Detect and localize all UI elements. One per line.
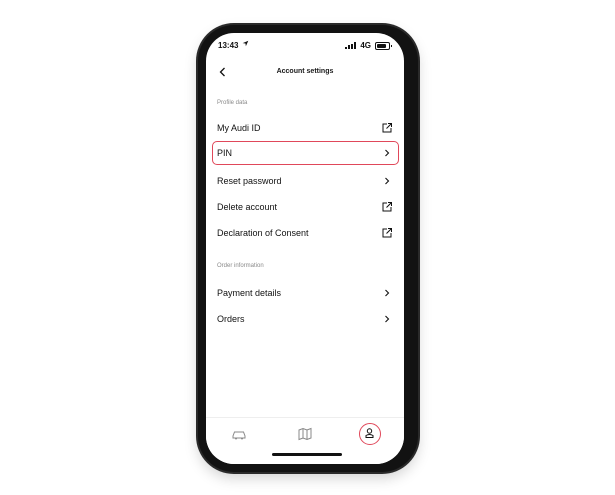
home-indicator bbox=[272, 453, 342, 456]
menu-item-delete-account[interactable]: Delete account bbox=[212, 195, 399, 219]
chevron-right-icon bbox=[381, 287, 393, 299]
page-title: Account settings bbox=[276, 68, 334, 75]
status-time: 13:43 bbox=[218, 41, 239, 50]
map-icon[interactable] bbox=[294, 423, 316, 445]
menu-item-my-audi-id[interactable]: My Audi ID bbox=[212, 116, 399, 140]
signal-icon bbox=[345, 42, 357, 49]
menu-item-label: My Audi ID bbox=[217, 123, 261, 133]
nav-header: Account settings bbox=[206, 63, 404, 83]
section-label-order: Order information bbox=[217, 263, 264, 269]
location-arrow-icon bbox=[242, 40, 249, 49]
menu-item-label: Reset password bbox=[217, 176, 282, 186]
battery-icon bbox=[375, 41, 392, 50]
menu-item-payment-details[interactable]: Payment details bbox=[212, 281, 399, 305]
menu-item-label: Declaration of Consent bbox=[217, 228, 309, 238]
tab-bar bbox=[206, 417, 404, 464]
menu-item-label: Payment details bbox=[217, 288, 282, 298]
chevron-right-icon bbox=[381, 313, 393, 325]
menu-item-label: PIN bbox=[217, 148, 233, 158]
status-bar: 13:43 4G bbox=[206, 33, 404, 55]
chevron-right-icon bbox=[381, 175, 393, 187]
external-link-icon bbox=[381, 201, 393, 213]
menu-item-label: Orders bbox=[217, 314, 245, 324]
chevron-right-icon bbox=[381, 147, 393, 159]
external-link-icon bbox=[381, 122, 393, 134]
phone-frame: 13:43 4G Account settings Profile data M… bbox=[198, 25, 418, 472]
menu-item-reset-password[interactable]: Reset password bbox=[212, 169, 399, 193]
car-icon[interactable] bbox=[228, 423, 250, 445]
menu-item-label: Delete account bbox=[217, 202, 278, 212]
menu-item-orders[interactable]: Orders bbox=[212, 307, 399, 331]
network-type: 4G bbox=[360, 41, 371, 50]
section-label-profile: Profile data bbox=[217, 100, 248, 106]
menu-item-pin[interactable]: PIN bbox=[212, 141, 399, 165]
status-right-cluster: 4G bbox=[345, 41, 392, 50]
external-link-icon bbox=[381, 227, 393, 239]
profile-icon[interactable] bbox=[359, 423, 381, 445]
app-screen: 13:43 4G Account settings Profile data M… bbox=[206, 33, 404, 464]
menu-item-declaration-of-consent[interactable]: Declaration of Consent bbox=[212, 221, 399, 245]
